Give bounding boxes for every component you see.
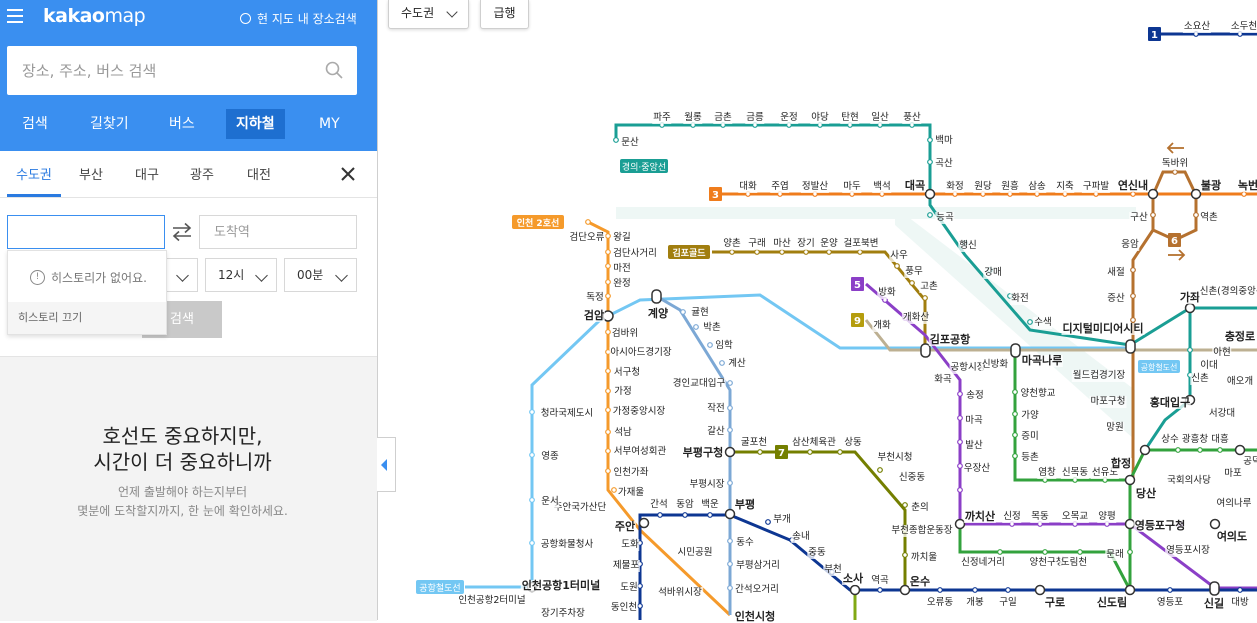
panel-header: kakaomap 현 지도 내 장소검색 검색 길찾기 버스 지하철 MY	[0, 0, 377, 151]
destination-station-input[interactable]	[200, 216, 354, 246]
nav-subway[interactable]: 지하철	[226, 109, 285, 139]
tab-daejeon[interactable]: 대전	[247, 164, 271, 183]
line-name-label: 인천 2호선	[517, 217, 560, 229]
promo-title: 호선도 중요하지만, 시간이 더 중요하니까	[0, 423, 365, 475]
close-icon[interactable]	[340, 166, 356, 182]
info-icon: !	[30, 270, 45, 285]
main-nav: 검색 길찾기 버스 지하철 MY	[0, 109, 377, 139]
search-box	[7, 46, 357, 95]
line-badge-text: 7	[778, 448, 785, 459]
transfer-nodes	[526, 188, 1246, 596]
chevron-down-icon	[176, 269, 189, 282]
minute-value: 00분	[297, 268, 324, 282]
line7-segment	[730, 450, 907, 590]
promo-sub-line1: 언제 출발해야 하는지부터	[117, 485, 248, 499]
hour-select[interactable]: 12시	[205, 258, 277, 292]
promo-subtitle: 언제 출발해야 하는지부터몇분에 도착할지까지, 한 눈에 확인하세요.	[0, 483, 365, 521]
nav-my[interactable]: MY	[319, 109, 340, 139]
gyeongui-line	[1129, 306, 1257, 347]
side-panel: kakaomap 현 지도 내 장소검색 검색 길찾기 버스 지하철 MY 수도…	[0, 0, 378, 621]
hamburger-menu-icon[interactable]	[7, 9, 23, 23]
line6-loop	[1131, 170, 1198, 290]
tab-capital-area[interactable]: 수도권	[16, 164, 52, 183]
tab-daegu[interactable]: 대구	[135, 164, 159, 183]
history-empty-text: 히스토리가 없어요.	[51, 271, 147, 285]
nav-search[interactable]: 검색	[22, 109, 48, 139]
nav-bus[interactable]: 버스	[169, 109, 195, 139]
line2-segment	[1013, 350, 1257, 482]
search-input[interactable]	[7, 46, 312, 95]
express-toggle[interactable]: 급행	[480, 0, 529, 29]
line-name-label: 경의·중앙선	[622, 161, 666, 173]
active-tab-indicator	[7, 194, 61, 197]
history-off-button[interactable]: 히스토리 끄기	[8, 302, 166, 334]
logo-thin: map	[104, 5, 146, 27]
region-dropdown-label: 수도권	[401, 6, 435, 20]
line-badge-text: 3	[712, 190, 719, 201]
map-area-search-label: 현 지도 내 장소검색	[257, 12, 357, 26]
promo-title-line2: 시간이 더 중요하니까	[93, 450, 272, 474]
hour-value: 12시	[218, 268, 245, 282]
nav-directions[interactable]: 길찾기	[90, 109, 129, 139]
chevron-down-icon	[446, 6, 458, 18]
line-badge-text: 6	[1171, 236, 1178, 247]
chevron-down-icon	[255, 269, 268, 282]
promo-area: 호선도 중요하지만, 시간이 더 중요하니까 언제 출발해야 하는지부터몇분에 도…	[0, 356, 377, 621]
destination-station-field[interactable]	[199, 215, 357, 249]
gyeongui-line	[1143, 308, 1192, 451]
line-badge-text: 9	[854, 316, 861, 327]
minute-select[interactable]: 00분	[284, 258, 357, 292]
region-tabs: 수도권 부산 대구 광주 대전	[0, 151, 377, 198]
incheon1-line	[655, 294, 732, 615]
history-dropdown: ! 히스토리가 없어요. 히스토리 끄기	[7, 250, 167, 335]
subway-map[interactable]: 1 경의·중앙선 3 6 인천 2호선 공항철도선 공항철도선 김포골드 9 5…	[378, 0, 1257, 620]
tab-gwangju[interactable]: 광주	[190, 164, 214, 183]
promo-sub-line2: 몇분에 도착할지까지, 한 눈에 확인하세요.	[77, 504, 288, 518]
map-area-search-toggle[interactable]: 현 지도 내 장소검색	[240, 10, 357, 27]
region-dropdown[interactable]: 수도권	[388, 0, 469, 29]
logo-bold: kakao	[43, 5, 105, 27]
station-dots	[529, 31, 1247, 609]
swap-icon[interactable]	[171, 222, 193, 242]
line-name-label: 김포골드	[672, 247, 706, 259]
start-station-input[interactable]	[8, 216, 158, 246]
start-station-field[interactable]	[7, 215, 165, 249]
line2-branch	[958, 524, 1132, 591]
gyeongui-line	[614, 123, 1131, 347]
kakaomap-logo[interactable]: kakaomap	[43, 5, 146, 27]
search-icon[interactable]	[325, 61, 343, 79]
line-name-label: 공항철도선	[419, 583, 460, 594]
tab-busan[interactable]: 부산	[79, 164, 103, 183]
chevron-down-icon	[335, 269, 348, 282]
history-empty-message: ! 히스토리가 없어요.	[30, 269, 147, 286]
line-badge-text: 5	[854, 280, 861, 291]
promo-title-line1: 호선도 중요하지만,	[102, 424, 263, 448]
line1-main	[638, 513, 1257, 592]
radio-icon[interactable]	[240, 13, 251, 24]
line-badge-text: 1	[1151, 30, 1158, 41]
map-bg-band	[616, 207, 1136, 219]
line-name-label: 공항철도선	[1141, 362, 1178, 372]
